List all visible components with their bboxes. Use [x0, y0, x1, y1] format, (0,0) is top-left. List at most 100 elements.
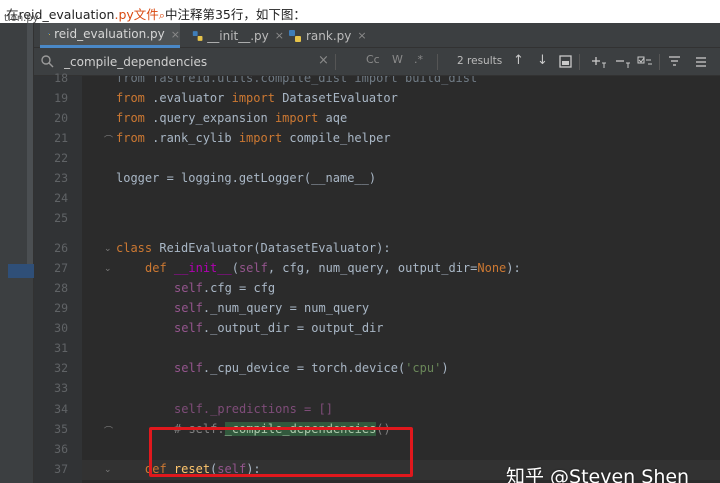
code-line: self.cfg = cfg [174, 281, 275, 295]
line-number: 34 [54, 402, 68, 416]
arguments: , cfg, num_query, output_dir= [267, 261, 478, 275]
line-number: 27 [54, 261, 68, 275]
tab-init[interactable]: __init__.py × [184, 23, 284, 48]
code-editor[interactable]: from fastreid.utils.compile_dist import … [82, 76, 720, 483]
search-results-count: 2 results [457, 55, 503, 67]
next-match-icon[interactable]: ↓ [537, 53, 548, 68]
keyword: from [116, 131, 145, 145]
more-options-icon[interactable] [694, 55, 708, 69]
name: aqe [318, 111, 348, 125]
line-number: 22 [54, 151, 68, 165]
search-input[interactable] [64, 52, 354, 72]
self-keyword: self [238, 261, 268, 275]
watermark: 知乎 @Steven Shen [506, 466, 690, 483]
line-number: 37 [54, 462, 68, 476]
punctuation: ): [506, 261, 521, 275]
line-number: 23 [54, 171, 68, 185]
remove-occurrence-icon[interactable] [615, 55, 631, 69]
code-line: class ReidEvaluator(DatasetEvaluator): [116, 241, 391, 255]
name: compile_helper [282, 131, 391, 145]
self-keyword: self [174, 321, 203, 335]
match-case-button[interactable]: Cc [366, 53, 380, 66]
class-declaration: ReidEvaluator(DatasetEvaluator): [152, 241, 391, 255]
python-file-icon [289, 29, 301, 42]
line-number: 35 [54, 422, 68, 436]
punctuation: ) [441, 361, 449, 375]
close-icon[interactable]: × [275, 29, 284, 42]
regex-button[interactable]: .* [414, 53, 423, 66]
select-occurrences-icon[interactable] [637, 55, 653, 69]
keyword: from [116, 91, 145, 105]
statement: ._cpu_device = torch.device( [202, 361, 406, 375]
article-link[interactable]: .py文件 [114, 7, 158, 22]
whole-words-button[interactable]: W [392, 53, 403, 66]
code-line: self._num_query = num_query [174, 301, 369, 315]
fold-marker-icon[interactable]: ⌒ [104, 424, 113, 437]
self-keyword: self [174, 301, 203, 315]
fold-marker-icon[interactable]: ⌄ [104, 244, 112, 254]
line-number: 29 [54, 301, 68, 315]
search-icon[interactable] [40, 54, 56, 68]
self-keyword: self [174, 361, 203, 375]
tab-bar: reid_evaluation.py × __init__.py × rank.… [34, 23, 720, 48]
previous-match-icon[interactable]: ↑ [513, 53, 524, 68]
keyword: None [477, 261, 507, 275]
function-name: __init__ [173, 261, 232, 275]
module: .query_expansion [144, 111, 275, 125]
tab-reid-evaluation[interactable]: reid_evaluation.py × [40, 23, 180, 48]
divider [659, 54, 660, 70]
tab-label: __init__.py [207, 28, 269, 43]
code-line: def __init__(self, cfg, num_query, outpu… [145, 261, 521, 275]
name: DatasetEvaluator [274, 91, 398, 105]
statement: .cfg = cfg [202, 281, 276, 295]
line-number: 33 [54, 381, 68, 395]
fold-marker-icon[interactable]: ⌄ [104, 465, 112, 475]
article-line: 在reid_evaluation.py文件⌕中注释第35行，如下图： [6, 4, 306, 22]
line-number: 20 [54, 111, 68, 125]
filter-icon[interactable] [668, 55, 684, 69]
divider [437, 54, 438, 70]
line-number: 18 [54, 71, 68, 85]
code-line: self._cpu_device = torch.device('cpu') [174, 361, 449, 375]
code-line: self._predictions = [] [174, 402, 333, 416]
keyword: from [116, 111, 145, 125]
divider [335, 54, 336, 70]
module: .evaluator [144, 91, 232, 105]
line-number: 19 [54, 91, 68, 105]
fold-marker-icon[interactable]: ⌄ [104, 264, 112, 274]
close-icon[interactable]: × [357, 29, 366, 42]
keyword: import [238, 131, 283, 145]
code-line: from .query_expansion import aqe [116, 111, 347, 125]
self-keyword: self [174, 281, 203, 295]
code-line: from .evaluator import DatasetEvaluator [116, 91, 398, 105]
line-number-gutter: 18 19 20 21 22 23 24 25 26 27 28 29 30 3… [34, 71, 95, 483]
clear-search-icon[interactable]: × [318, 53, 329, 68]
keyword: import [274, 111, 319, 125]
code-line: from fastreid.utils.compile_dist import … [116, 76, 478, 85]
line-number: 26 [54, 241, 68, 255]
python-file-icon [48, 33, 50, 35]
line-number: 28 [54, 281, 68, 295]
code-line: self._output_dir = output_dir [174, 321, 384, 335]
line-number: 25 [54, 211, 68, 225]
line-number: 30 [54, 321, 68, 335]
statement: ._output_dir = output_dir [202, 321, 384, 335]
line-number: 31 [54, 341, 68, 355]
keyword: def [145, 261, 167, 275]
code-line: logger = logging.getLogger(__name__) [116, 171, 377, 185]
python-file-icon [192, 30, 203, 41]
close-icon[interactable]: × [171, 28, 180, 41]
statement: ._num_query = num_query [202, 301, 370, 315]
line-number: 24 [54, 191, 68, 205]
tab-label: reid_evaluation.py [54, 27, 165, 41]
divider [579, 54, 580, 70]
tab-rank[interactable]: rank.py × [284, 23, 374, 48]
string-literal: 'cpu' [405, 361, 442, 375]
keyword: class [116, 241, 153, 255]
tab-label: rank.py [306, 28, 352, 43]
find-bar: × Cc W .* 2 results ↑ ↓ [34, 48, 720, 76]
select-all-occurrences-icon[interactable] [559, 55, 573, 69]
line-number: 32 [54, 361, 68, 375]
fold-marker-icon[interactable]: ⌒ [104, 133, 113, 146]
add-occurrence-icon[interactable] [591, 55, 607, 69]
